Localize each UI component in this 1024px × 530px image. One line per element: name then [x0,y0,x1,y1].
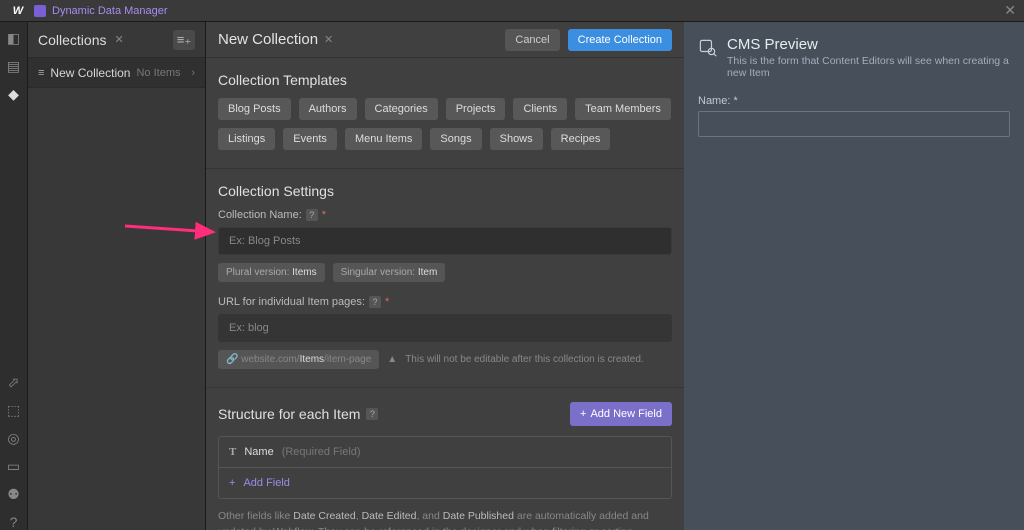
required-star-icon: * [322,209,326,221]
field-name: Name [244,446,273,458]
preview-name-label: Name: * [698,95,1010,107]
template-chip-list: Blog Posts Authors Categories Projects Clien… [218,98,672,150]
field-required-hint: (Required Field) [282,446,361,458]
titlebar: W Dynamic Data Manager ✕ [0,0,1024,22]
structure-field-row[interactable]: T Name (Required Field) [219,437,671,468]
titlebar-label: Dynamic Data Manager [52,5,168,17]
cms-preview-panel: CMS Preview This is the form that Conten… [684,22,1024,530]
close-icon[interactable]: ✕ [1004,2,1016,19]
template-chip[interactable]: Categories [365,98,438,120]
url-warning-text: This will not be editable after this col… [405,354,643,365]
add-field-row[interactable]: + Add Field [219,468,671,498]
template-chip[interactable]: Authors [299,98,357,120]
left-rail: ◧ ▤ ◆ ⬀ ⬚ ◎ ▭ ⚉ ? [0,22,28,530]
collection-name-input[interactable] [218,227,672,255]
center-panel: New Collection ✕ Cancel Create Collectio… [206,22,684,530]
template-chip[interactable]: Listings [218,128,275,150]
collections-title: Collections [38,32,106,48]
url-preview: 🔗 website.com/Items/item-page [218,350,379,369]
help-icon[interactable]: ? [6,514,22,530]
tool-eye-icon[interactable]: ◎ [6,430,22,446]
singular-pill: Singular version: Item [333,263,446,282]
create-collection-button[interactable]: Create Collection [568,29,672,51]
preview-name-input[interactable] [698,111,1010,137]
help-icon[interactable]: ? [306,209,318,221]
template-chip[interactable]: Menu Items [345,128,422,150]
chevron-right-icon: › [191,67,195,79]
help-icon[interactable]: ? [369,296,381,308]
add-new-field-button[interactable]: + Add New Field [570,402,672,426]
collection-list-item[interactable]: ≡ New Collection No Items › [28,58,205,88]
warning-icon: ▲ [387,354,397,365]
tool-users-icon[interactable]: ⚉ [6,486,22,502]
cancel-button[interactable]: Cancel [505,29,559,51]
template-chip[interactable]: Projects [446,98,506,120]
plus-icon: + [580,408,586,420]
webflow-logo-icon: W [8,1,28,21]
plus-icon: + [229,477,235,489]
app-icon [34,5,46,17]
preview-title: CMS Preview [727,36,1010,53]
settings-heading: Collection Settings [218,183,672,199]
add-panel-icon[interactable]: ◧ [6,30,22,46]
plural-pill: Plural version: Items [218,263,325,282]
structure-footer-note: Other fields like Date Created, Date Edi… [218,509,672,530]
tool-select-icon[interactable]: ⬚ [6,402,22,418]
tool-cursor-icon[interactable]: ⬀ [6,374,22,390]
pages-icon[interactable]: ▤ [6,58,22,74]
center-title: New Collection [218,31,318,48]
collections-close-icon[interactable]: ✕ [114,33,123,46]
url-input[interactable] [218,314,672,342]
add-collection-button[interactable]: ≡₊ [173,30,195,50]
url-label: URL for individual Item pages: [218,296,365,308]
tool-device-icon[interactable]: ▭ [6,458,22,474]
template-chip[interactable]: Songs [430,128,481,150]
center-close-icon[interactable]: ✕ [324,33,333,46]
preview-search-icon [698,38,717,60]
preview-subtitle: This is the form that Content Editors wi… [727,55,1010,79]
template-chip[interactable]: Recipes [551,128,611,150]
template-chip[interactable]: Clients [513,98,567,120]
help-icon[interactable]: ? [366,408,378,420]
structure-section: Structure for each Item ? + Add New Fiel… [206,388,684,530]
template-chip[interactable]: Team Members [575,98,671,120]
structure-heading: Structure for each Item ? [218,406,378,422]
collection-item-name: New Collection [50,66,130,80]
templates-heading: Collection Templates [218,72,672,88]
template-chip[interactable]: Events [283,128,337,150]
settings-section: Collection Settings Collection Name: ? *… [206,169,684,388]
template-chip[interactable]: Shows [490,128,543,150]
collection-name-label: Collection Name: [218,209,302,221]
collections-panel: Collections ✕ ≡₊ ≡ New Collection No Ite… [28,22,206,530]
templates-section: Collection Templates Blog Posts Authors Ca… [206,58,684,169]
stack-icon: ≡ [38,67,44,79]
template-chip[interactable]: Blog Posts [218,98,291,120]
text-type-icon: T [229,446,236,458]
collection-item-count: No Items [136,67,180,79]
required-star-icon: * [385,296,389,308]
cms-icon[interactable]: ◆ [6,86,22,102]
